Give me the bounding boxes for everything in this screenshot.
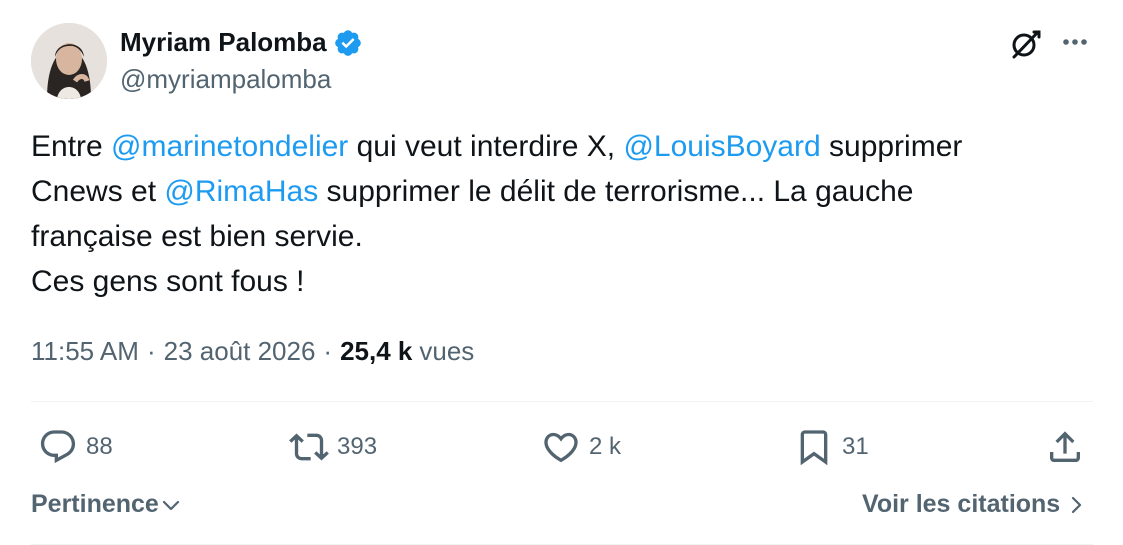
bookmark-count: 31: [842, 433, 869, 460]
tweet-line: Cnews et @RimaHas supprimer le délit de …: [31, 169, 1091, 214]
tweet-text-segment: supprimer le délit de terrorisme... La g…: [318, 175, 914, 208]
grok-icon[interactable]: [1005, 24, 1045, 64]
share-button[interactable]: [1045, 424, 1085, 470]
view-quotes-link[interactable]: Voir les citations: [862, 490, 1088, 519]
sort-dropdown[interactable]: Pertinence: [31, 490, 183, 519]
tweet-date[interactable]: 23 août 2026: [164, 336, 316, 367]
tweet-line: française est bien servie.: [31, 220, 363, 253]
mention-link[interactable]: @RimaHas: [164, 175, 318, 208]
mention-link[interactable]: @LouisBoyard: [623, 130, 820, 163]
author-name-row[interactable]: Myriam Palomba: [120, 27, 363, 58]
reply-button[interactable]: 88: [38, 424, 113, 470]
view-quotes-label: Voir les citations: [862, 490, 1061, 518]
views-label: vues: [419, 336, 475, 366]
repost-count: 393: [337, 433, 378, 460]
separator: ·: [146, 336, 156, 366]
repost-icon: [289, 433, 329, 461]
repost-button[interactable]: 393: [289, 424, 377, 470]
tweet-text-segment: Entre: [31, 130, 112, 163]
reply-count: 88: [86, 433, 113, 460]
tweet-time[interactable]: 11:55 AM: [31, 336, 139, 367]
bookmark-button[interactable]: 31: [794, 424, 869, 470]
sort-label: Pertinence: [31, 490, 159, 518]
tweet-text-segment: supprimer: [820, 130, 963, 163]
heart-icon: [544, 432, 578, 463]
tweet-text-segment: Cnews et: [31, 175, 165, 208]
avatar[interactable]: [31, 23, 107, 99]
tweet-meta: 11:55 AM · 23 août 2026 · 25,4 k vues: [31, 336, 474, 367]
share-icon: [1050, 431, 1080, 462]
mention-link[interactable]: @marinetondelier: [111, 130, 348, 163]
bookmark-icon: [800, 430, 828, 466]
author-handle[interactable]: @myriampalomba: [120, 64, 331, 95]
tweet-text-segment: qui veut interdire X,: [348, 130, 624, 163]
verified-badge-icon: [333, 28, 363, 58]
reply-icon: [40, 430, 76, 464]
author-name[interactable]: Myriam Palomba: [120, 27, 327, 58]
profile-photo: [31, 23, 107, 99]
like-button[interactable]: 2 k: [541, 424, 621, 470]
chevron-right-icon: [1072, 496, 1082, 513]
tweet-line: Entre @marinetondelier qui veut interdir…: [31, 124, 1091, 169]
tweet-line: Ces gens sont fous !: [31, 265, 305, 298]
tweet-text: Entre @marinetondelier qui veut interdir…: [31, 124, 1091, 304]
views-count: 25,4 k: [340, 336, 413, 366]
divider: [31, 401, 1093, 402]
chevron-down-icon: [162, 500, 179, 510]
separator: ·: [323, 336, 333, 366]
more-icon[interactable]: [1055, 24, 1095, 64]
like-count: 2 k: [589, 433, 622, 460]
